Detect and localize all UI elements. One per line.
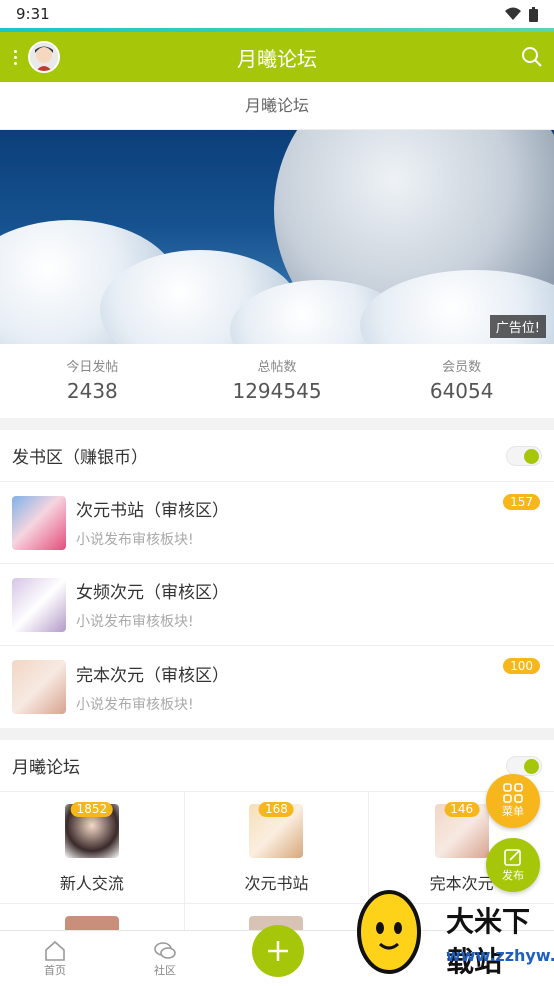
forum-name: 次元书站	[244, 874, 309, 893]
stat-value: 64054	[429, 379, 494, 403]
forum-row[interactable]: 女频次元（审核区） 小说发布审核板块!	[0, 564, 554, 646]
section-header[interactable]: 发书区（赚银币）	[0, 430, 554, 482]
stat-value: 2438	[66, 379, 118, 403]
stat-value: 1294545	[232, 379, 322, 403]
forum-subheader: 月曦论坛	[0, 82, 554, 130]
forum-stats: 今日发帖 2438 总帖数 1294545 会员数 64054	[0, 344, 554, 418]
stat-label: 会员数	[442, 360, 482, 375]
forum-name: 完本次元（审核区）	[76, 665, 229, 686]
nav-home-label: 首页	[44, 963, 66, 977]
section-books: 发书区（赚银币） 次元书站（审核区） 小说发布审核板块! 157 女频次元（审核…	[0, 430, 554, 728]
count-badge: 157	[503, 494, 540, 510]
forum-name: 女频次元（审核区）	[76, 583, 229, 603]
status-icons	[505, 6, 538, 22]
chat-bubble-icon	[154, 941, 176, 959]
search-icon[interactable]	[520, 45, 544, 69]
add-post-button[interactable]	[252, 925, 304, 977]
more-menu-icon[interactable]	[10, 49, 20, 65]
menu-fab-button[interactable]: 菜单	[486, 774, 540, 828]
collapse-toggle[interactable]	[506, 755, 542, 776]
app-title: 月曦论坛	[237, 46, 317, 71]
forum-desc: 小说发布审核板块!	[76, 532, 194, 548]
home-icon	[45, 940, 65, 961]
nav-community[interactable]: 社区	[110, 931, 220, 986]
forum-name: 新人交流	[59, 874, 124, 893]
stat-label: 今日发帖	[66, 360, 119, 375]
section-title: 发书区（赚银币）	[12, 448, 148, 468]
ad-banner[interactable]: 广告位!	[0, 130, 554, 344]
grid-icon	[503, 783, 523, 803]
post-fab-button[interactable]: 发布	[486, 838, 540, 892]
wifi-icon	[505, 7, 521, 20]
forum-name: 次元书站（审核区）	[76, 501, 229, 521]
stat-total-posts: 总帖数 1294545	[185, 344, 370, 418]
count-badge: 100	[503, 658, 540, 674]
watermark-url: www.zzhyw.com	[446, 946, 554, 965]
collapse-toggle[interactable]	[506, 445, 542, 466]
stat-today-posts: 今日发帖 2438	[0, 344, 185, 418]
forum-thumbnail	[12, 577, 66, 632]
avatar[interactable]	[28, 41, 60, 73]
count-badge: 146	[444, 802, 480, 817]
watermark: 大米下载站 www.zzhyw.com	[304, 886, 554, 978]
forum-thumbnail	[12, 495, 66, 550]
stat-members: 会员数 64054	[369, 344, 554, 418]
plus-icon	[268, 941, 288, 961]
section-title: 月曦论坛	[12, 758, 80, 778]
nav-home[interactable]: 首页	[0, 931, 110, 986]
title-bar: 月曦论坛	[0, 32, 554, 82]
section-header[interactable]: 月曦论坛	[0, 740, 554, 792]
nav-community-label: 社区	[154, 963, 176, 977]
ad-label: 广告位!	[489, 315, 546, 338]
forum-row[interactable]: 次元书站（审核区） 小说发布审核板块! 157	[0, 482, 554, 564]
post-fab-label: 发布	[502, 869, 524, 882]
menu-fab-label: 菜单	[502, 805, 524, 818]
forum-thumbnail	[12, 660, 66, 714]
forum-grid-cell[interactable]: 1852 新人交流	[0, 792, 185, 904]
forum-row[interactable]: 完本次元（审核区） 小说发布审核板块! 100	[0, 646, 554, 728]
status-bar: 9:31	[0, 0, 554, 28]
battery-icon	[529, 6, 538, 22]
stat-label: 总帖数	[257, 360, 297, 375]
watermark-brand: 大米下载站	[446, 905, 531, 978]
forum-desc: 小说发布审核板块!	[76, 614, 194, 630]
app-screen: 9:31 月曦论坛 月曦论坛 广告位! 今日发帖 2438 总帖数 129454…	[0, 0, 554, 986]
status-time: 9:31	[16, 5, 50, 23]
edit-icon	[504, 849, 521, 866]
count-badge: 1852	[70, 802, 114, 817]
forum-desc: 小说发布审核板块!	[76, 696, 194, 713]
count-badge: 168	[259, 802, 294, 817]
rice-mascot-logo	[357, 890, 421, 974]
